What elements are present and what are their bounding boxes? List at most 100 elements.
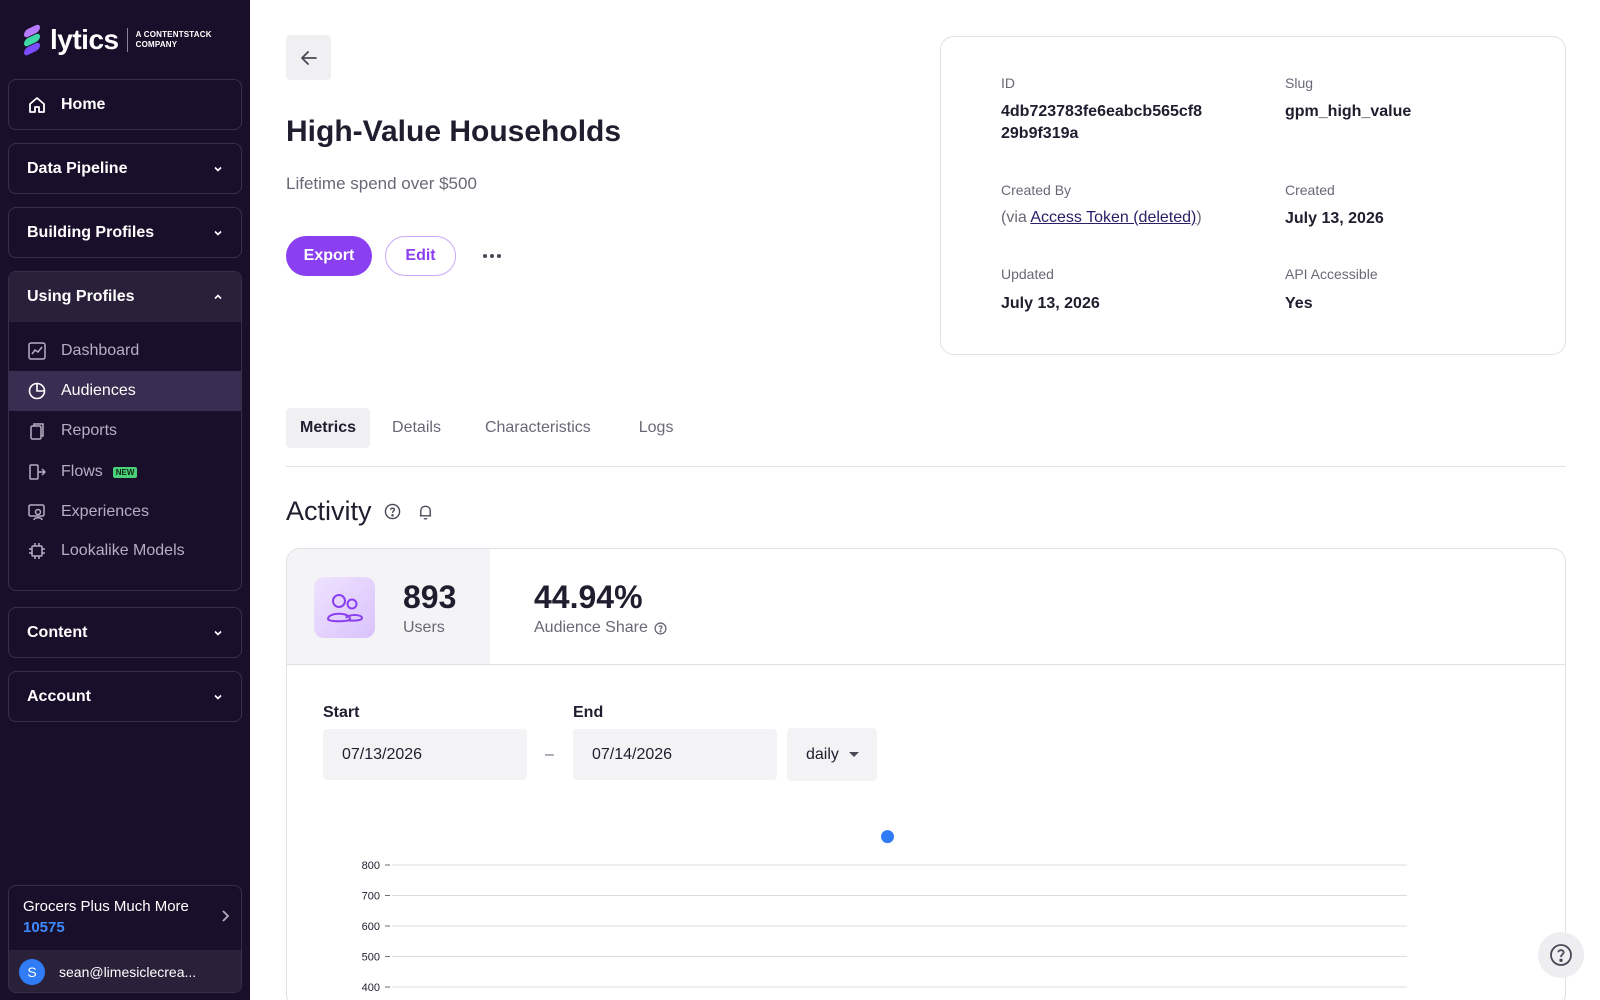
sidebar-item-label: Experiences bbox=[61, 503, 150, 520]
tab-characteristics[interactable]: Characteristics bbox=[471, 408, 605, 448]
sidebar-section-data-pipeline[interactable]: Data Pipeline bbox=[8, 143, 242, 194]
activity-heading: Activity bbox=[286, 496, 434, 527]
more-dot-icon bbox=[483, 254, 487, 258]
more-dot-icon bbox=[497, 254, 501, 258]
account-id: 10575 bbox=[23, 919, 65, 936]
bell-icon[interactable] bbox=[417, 503, 434, 521]
help-circle-icon bbox=[1550, 944, 1572, 966]
activity-card: 893 Users 44.94% Audience Share Start – … bbox=[286, 548, 1566, 1000]
more-dot-icon bbox=[490, 254, 494, 258]
copy-icon bbox=[27, 421, 47, 441]
avatar: S bbox=[19, 959, 45, 985]
page-title: High-Value Households bbox=[286, 115, 622, 148]
chevron-down-icon bbox=[214, 630, 222, 636]
chart-icon bbox=[27, 341, 47, 361]
brand-tagline-line1: A CONTENTSTACK bbox=[135, 30, 212, 39]
back-button[interactable] bbox=[286, 35, 331, 80]
slug-label: Slug bbox=[1285, 75, 1314, 91]
tab-logs[interactable]: Logs bbox=[625, 408, 688, 448]
help-circle-icon[interactable] bbox=[384, 503, 401, 520]
id-value-line1: 4db723783fe6eabcb565cf8 bbox=[1001, 103, 1203, 120]
y-axis-tick-label: 700 bbox=[362, 891, 380, 903]
new-badge: NEW bbox=[112, 466, 138, 478]
id-value-line2: 29b9f319a bbox=[1001, 125, 1079, 142]
brand-tagline-line2: COMPANY bbox=[135, 40, 178, 49]
logo-divider bbox=[126, 28, 128, 52]
tab-metrics[interactable]: Metrics bbox=[286, 408, 371, 448]
sidebar-item-label: Flows bbox=[61, 463, 103, 480]
chevron-down-icon bbox=[214, 230, 222, 236]
more-options-button[interactable] bbox=[480, 247, 504, 265]
activity-chart: 800 700 600 500 400 bbox=[362, 830, 1407, 994]
account-switcher[interactable]: Grocers Plus Much More 10575 S sean@lime… bbox=[8, 885, 242, 993]
y-axis-tick-label: 400 bbox=[362, 982, 380, 994]
sidebar-item-reports[interactable]: Reports bbox=[9, 411, 241, 451]
chevron-up-icon bbox=[214, 294, 222, 300]
sidebar-item-dashboard[interactable]: Dashboard bbox=[9, 331, 241, 371]
pie-icon bbox=[27, 381, 47, 401]
brand-name: lytics bbox=[50, 24, 119, 55]
home-icon bbox=[29, 96, 45, 113]
y-axis-tick-label: 600 bbox=[362, 921, 380, 933]
sidebar-item-label: Audiences bbox=[61, 382, 136, 399]
chip-icon bbox=[27, 541, 47, 561]
y-axis-tick-label: 800 bbox=[362, 860, 380, 872]
sidebar-section-label: Data Pipeline bbox=[27, 159, 128, 177]
created-label: Created bbox=[1285, 182, 1335, 198]
sidebar-section-using-profiles-header[interactable]: Using Profiles bbox=[9, 272, 241, 322]
sidebar-section-label: Content bbox=[27, 623, 88, 641]
user-email: sean@limesiclecrea... bbox=[59, 964, 197, 980]
user-menu[interactable]: S sean@limesiclecrea... bbox=[9, 950, 241, 992]
access-token-link[interactable]: Access Token (deleted) bbox=[1030, 209, 1196, 226]
created-by-value: (via Access Token (deleted)) bbox=[1001, 209, 1202, 227]
sidebar-item-flows[interactable]: Flows NEW bbox=[9, 452, 241, 492]
chart-data-point[interactable] bbox=[881, 830, 894, 844]
created-by-label: Created By bbox=[1001, 182, 1072, 198]
chevron-down-icon bbox=[214, 694, 222, 700]
activity-title: Activity bbox=[286, 496, 372, 526]
sidebar: lytics A CONTENTSTACK COMPANY Home Data … bbox=[0, 0, 250, 1000]
sidebar-item-label: Home bbox=[61, 95, 106, 113]
api-accessible-label: API Accessible bbox=[1285, 266, 1378, 282]
sidebar-item-experiences[interactable]: Experiences bbox=[9, 492, 241, 532]
help-button[interactable] bbox=[1538, 932, 1584, 978]
audience-info-card: ID 4db723783fe6eabcb565cf8 29b9f319a Slu… bbox=[940, 36, 1566, 355]
sidebar-item-lookalike-models[interactable]: Lookalike Models bbox=[9, 531, 241, 571]
sidebar-section-account[interactable]: Account bbox=[8, 671, 242, 722]
sidebar-section-content[interactable]: Content bbox=[8, 607, 242, 658]
lytics-logo-mark-icon bbox=[22, 23, 44, 57]
chevron-right-icon bbox=[222, 910, 230, 922]
tabs-divider bbox=[286, 466, 1566, 467]
tab-details[interactable]: Details bbox=[378, 408, 455, 448]
export-button[interactable]: Export bbox=[286, 236, 372, 276]
sidebar-item-label: Reports bbox=[61, 422, 118, 439]
sidebar-section-using-profiles: Using Profiles Dashboard Audiences Repor… bbox=[8, 271, 242, 591]
edit-button[interactable]: Edit bbox=[385, 236, 456, 276]
sidebar-section-label: Building Profiles bbox=[27, 223, 155, 241]
sidebar-section-label: Using Profiles bbox=[27, 288, 135, 305]
chevron-down-icon bbox=[214, 166, 222, 172]
sidebar-section-building-profiles[interactable]: Building Profiles bbox=[8, 207, 242, 258]
sidebar-item-label: Dashboard bbox=[61, 342, 140, 359]
y-axis-tick-label: 500 bbox=[362, 952, 380, 964]
created-by-suffix: ) bbox=[1196, 209, 1202, 226]
arrow-left-icon bbox=[300, 50, 317, 65]
tab-bar: Metrics Details Characteristics Logs bbox=[286, 408, 691, 448]
lytics-logo[interactable]: lytics A CONTENTSTACK COMPANY bbox=[22, 23, 212, 57]
updated-value: July 13, 2026 bbox=[1001, 295, 1100, 312]
slug-value: gpm_high_value bbox=[1285, 103, 1412, 120]
account-name: Grocers Plus Much More bbox=[23, 898, 189, 915]
created-value: July 13, 2026 bbox=[1285, 210, 1384, 227]
experience-icon bbox=[27, 502, 47, 522]
api-accessible-value: Yes bbox=[1285, 295, 1313, 312]
id-label: ID bbox=[1001, 75, 1015, 91]
id-value: 4db723783fe6eabcb565cf8 29b9f319a bbox=[1001, 101, 1202, 145]
account-info[interactable]: Grocers Plus Much More 10575 bbox=[9, 886, 241, 950]
sidebar-section-label: Account bbox=[27, 687, 91, 705]
brand-tagline: A CONTENTSTACK COMPANY bbox=[136, 30, 212, 50]
sidebar-item-home[interactable]: Home bbox=[8, 79, 242, 130]
updated-label: Updated bbox=[1001, 266, 1054, 282]
audience-description: Lifetime spend over $500 bbox=[286, 174, 477, 193]
sidebar-item-audiences[interactable]: Audiences bbox=[9, 371, 241, 411]
flow-icon bbox=[27, 462, 47, 482]
